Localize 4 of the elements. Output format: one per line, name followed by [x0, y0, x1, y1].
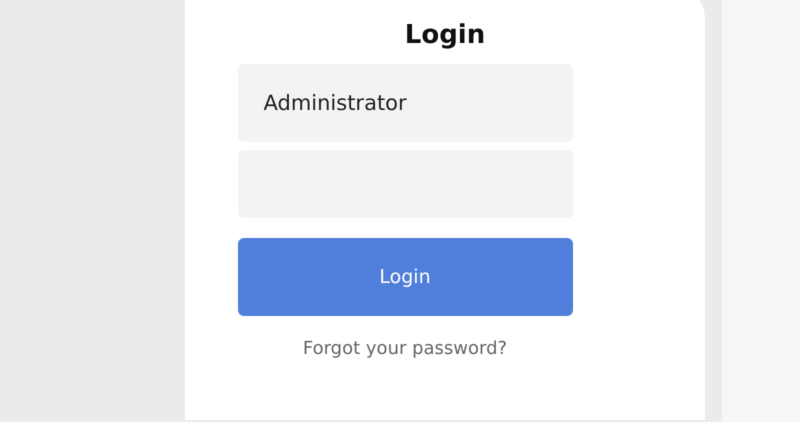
login-button[interactable]: Login: [238, 238, 572, 316]
username-field[interactable]: Administrator: [238, 64, 572, 142]
forgot-password-link[interactable]: Forgot your password?: [302, 338, 508, 359]
login-title: Login: [404, 20, 486, 50]
